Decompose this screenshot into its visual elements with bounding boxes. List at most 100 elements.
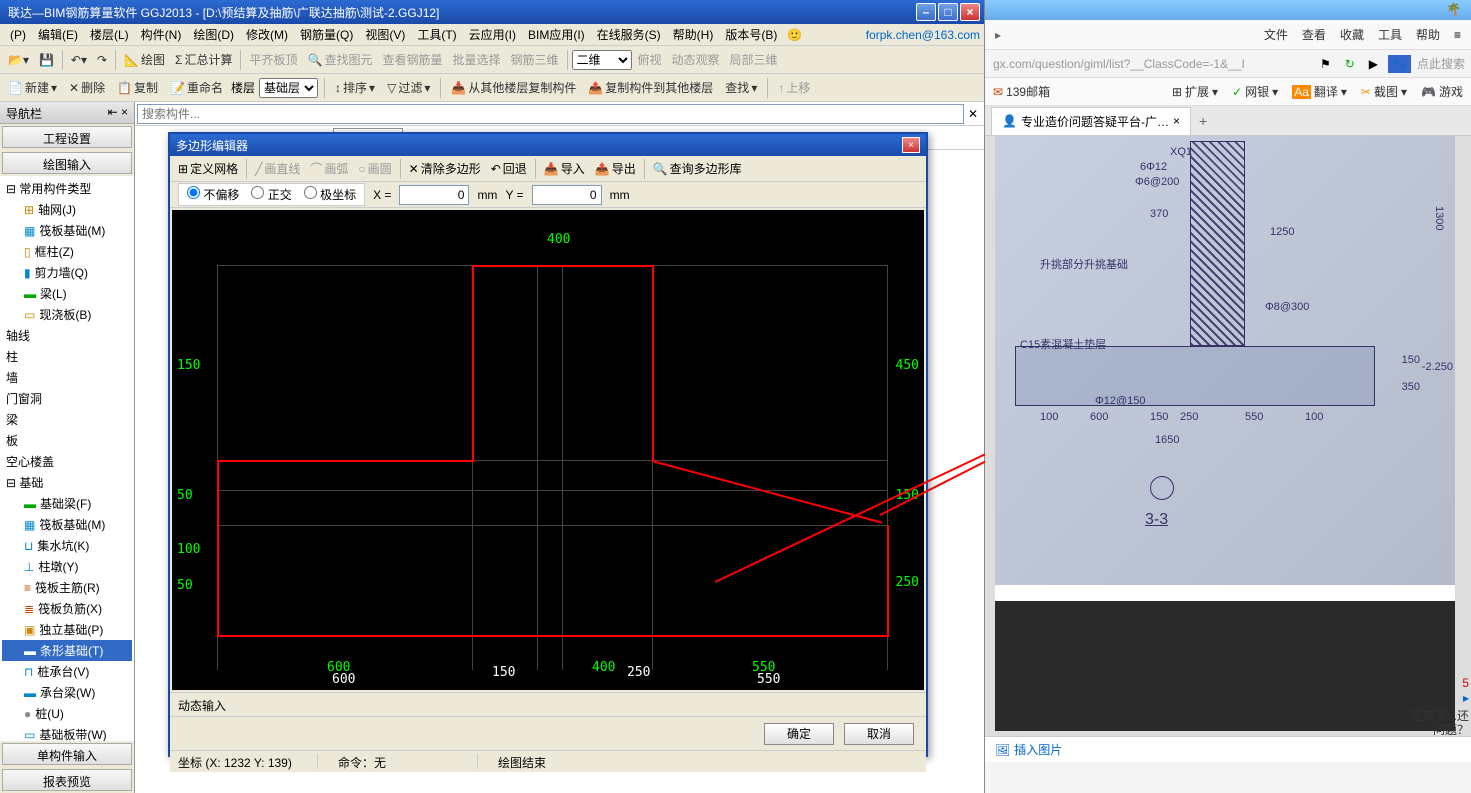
tb-view-mode[interactable]: 二维 [572, 50, 632, 70]
tb-move-up[interactable]: ↑上移 [774, 77, 814, 98]
menu-edit[interactable]: 编辑(E) [32, 24, 84, 45]
tb-filter[interactable]: ▽过滤▾ [383, 77, 434, 98]
minimize-button[interactable]: – [916, 3, 936, 21]
grp-col[interactable]: 柱 [2, 346, 132, 367]
dlg-close-button[interactable]: × [902, 137, 920, 153]
radio-no-offset[interactable]: 不偏移 [187, 186, 239, 203]
insert-image-link[interactable]: 🖼 插入图片 [985, 736, 1471, 762]
tb-open[interactable]: 📂▾ [4, 51, 33, 69]
maximize-button[interactable]: □ [938, 3, 958, 21]
tb-copy[interactable]: 📋复制 [113, 77, 162, 98]
grp-slab[interactable]: 板 [2, 430, 132, 451]
tb-redo[interactable]: ↷ [93, 51, 111, 69]
component-search[interactable] [137, 104, 964, 124]
menu-bim[interactable]: BIM应用(I) [522, 24, 591, 45]
item-pile-cap[interactable]: ⊓桩承台(V) [2, 661, 132, 682]
fav-shot[interactable]: ✂截图▾ [1361, 83, 1407, 100]
br-file[interactable]: 文件 [1264, 26, 1288, 43]
radio-polar[interactable]: 极坐标 [304, 186, 356, 203]
fav-bank[interactable]: ✓网银▾ [1232, 83, 1278, 100]
tab-close-icon[interactable]: × [1173, 114, 1180, 128]
menu-tool[interactable]: 工具(T) [411, 24, 462, 45]
item-strip-found[interactable]: ▬条形基础(T) [2, 640, 132, 661]
y-input[interactable] [532, 185, 602, 205]
dlg-back[interactable]: ↶ 回退 [487, 158, 531, 179]
addr-flag-icon[interactable]: ⚑ [1316, 55, 1335, 73]
search-clear[interactable]: ✕ [964, 107, 982, 121]
br-help[interactable]: 帮助 [1416, 26, 1440, 43]
fav-mail[interactable]: ✉139邮箱 [993, 83, 1050, 100]
menu-p[interactable]: (P) [4, 26, 32, 44]
dlg-circle[interactable]: ○ 画圆 [354, 158, 395, 179]
browser-tab-active[interactable]: 👤 专业造价问题答疑平台-广联达 × [991, 107, 1191, 135]
url-input[interactable]: gx.com/question/giml/list?__ClassCode=-1… [991, 55, 1310, 73]
nav-report[interactable]: 报表预览 [2, 769, 132, 791]
tb-find-elem[interactable]: 🔍查找图元 [303, 49, 376, 70]
fav-ext[interactable]: ⊞扩展▾ [1172, 83, 1218, 100]
item-pier[interactable]: ⊥柱墩(Y) [2, 556, 132, 577]
tb-rebar-3d[interactable]: 钢筋三维 [506, 49, 562, 70]
tb-sum[interactable]: Σ 汇总计算 [171, 49, 236, 70]
menu-rebar[interactable]: 钢筋量(Q) [294, 24, 359, 45]
item-pile[interactable]: ●桩(U) [2, 703, 132, 724]
item-fbeam[interactable]: ▬基础梁(F) [2, 493, 132, 514]
new-tab-button[interactable]: + [1191, 109, 1215, 133]
item-shearwall[interactable]: ▮剪力墙(Q) [2, 262, 132, 283]
item-cap-beam[interactable]: ▬承台梁(W) [2, 682, 132, 703]
br-menu-expand[interactable]: ≡ [1454, 28, 1461, 42]
drawing-canvas[interactable]: 400 150 50 100 50 450 150 250 600 600 15… [172, 210, 924, 690]
tb-orbit[interactable]: 动态观察 [668, 49, 724, 70]
grp-hollow[interactable]: 空心楼盖 [2, 451, 132, 472]
item-beam[interactable]: ▬梁(L) [2, 283, 132, 304]
search-box[interactable]: 点此搜索 [1417, 55, 1465, 72]
dlg-define-grid[interactable]: ⊞ 定义网格 [174, 158, 242, 179]
item-framecol[interactable]: ▯框柱(Z) [2, 241, 132, 262]
tb-new[interactable]: 📄新建▾ [4, 77, 61, 98]
item-iso-found[interactable]: ▣独立基础(P) [2, 619, 132, 640]
menu-help[interactable]: 帮助(H) [667, 24, 720, 45]
tb-local-3d[interactable]: 局部三维 [726, 49, 782, 70]
grp-axis[interactable]: 轴线 [2, 325, 132, 346]
menu-draw[interactable]: 绘图(D) [187, 24, 240, 45]
tb-slab-top[interactable]: 平齐板顶 [245, 49, 301, 70]
tb-find[interactable]: 查找▾ [721, 77, 761, 98]
item-sump[interactable]: ⊔集水坑(K) [2, 535, 132, 556]
nav-single-input[interactable]: 单构件输入 [2, 743, 132, 765]
tb-floor-select[interactable]: 基础层 [259, 78, 318, 98]
tb-copy-from[interactable]: 📥从其他楼层复制构件 [447, 77, 580, 98]
item-raft2[interactable]: ▦筏板基础(M) [2, 514, 132, 535]
nav-draw-input[interactable]: 绘图输入 [2, 152, 132, 174]
tb-delete[interactable]: ✕ 删除 [65, 77, 109, 98]
tb-rebar-qty[interactable]: 查看钢筋量 [378, 49, 446, 70]
br-tool[interactable]: 工具 [1378, 26, 1402, 43]
tb-sort[interactable]: ↕排序▾ [331, 77, 379, 98]
item-slab[interactable]: ▭现浇板(B) [2, 304, 132, 325]
dlg-clear[interactable]: ✕ 清除多边形 [405, 158, 485, 179]
tb-batch-sel[interactable]: 批量选择 [448, 49, 504, 70]
item-raft[interactable]: ▦筏板基础(M) [2, 220, 132, 241]
search-engine-icon[interactable]: 🐾 [1388, 55, 1411, 73]
br-fav[interactable]: 收藏 [1340, 26, 1364, 43]
dlg-line[interactable]: ╱ 画直线 [251, 158, 304, 179]
menu-version[interactable]: 版本号(B) [719, 24, 783, 45]
tb-save[interactable]: 💾 [35, 51, 58, 69]
dlg-query[interactable]: 🔍查询多边形库 [649, 158, 746, 179]
cancel-button[interactable]: 取消 [844, 723, 914, 745]
close-button[interactable]: × [960, 3, 980, 21]
addr-go-icon[interactable]: ▶ [1365, 55, 1382, 73]
item-raft-main[interactable]: ≡筏板主筋(R) [2, 577, 132, 598]
item-raft-neg[interactable]: ≣筏板负筋(X) [2, 598, 132, 619]
tb-draw[interactable]: 📐绘图 [120, 49, 169, 70]
fav-trans[interactable]: Aa翻译▾ [1292, 83, 1347, 100]
item-found-strip[interactable]: ▭基础板带(W) [2, 724, 132, 741]
radio-ortho[interactable]: 正交 [251, 186, 291, 203]
menu-floor[interactable]: 楼层(L) [84, 24, 135, 45]
addr-refresh-icon[interactable]: ↻ [1341, 55, 1359, 73]
menu-cloud[interactable]: 云应用(I) [463, 24, 522, 45]
item-grid[interactable]: ⊞轴网(J) [2, 199, 132, 220]
dlg-arc[interactable]: ⌒ 画弧 [306, 158, 352, 179]
dlg-export[interactable]: 📤导出 [591, 158, 640, 179]
dlg-titlebar[interactable]: 多边形编辑器 × [170, 134, 926, 156]
menu-modify[interactable]: 修改(M) [240, 24, 294, 45]
menu-component[interactable]: 构件(N) [135, 24, 188, 45]
